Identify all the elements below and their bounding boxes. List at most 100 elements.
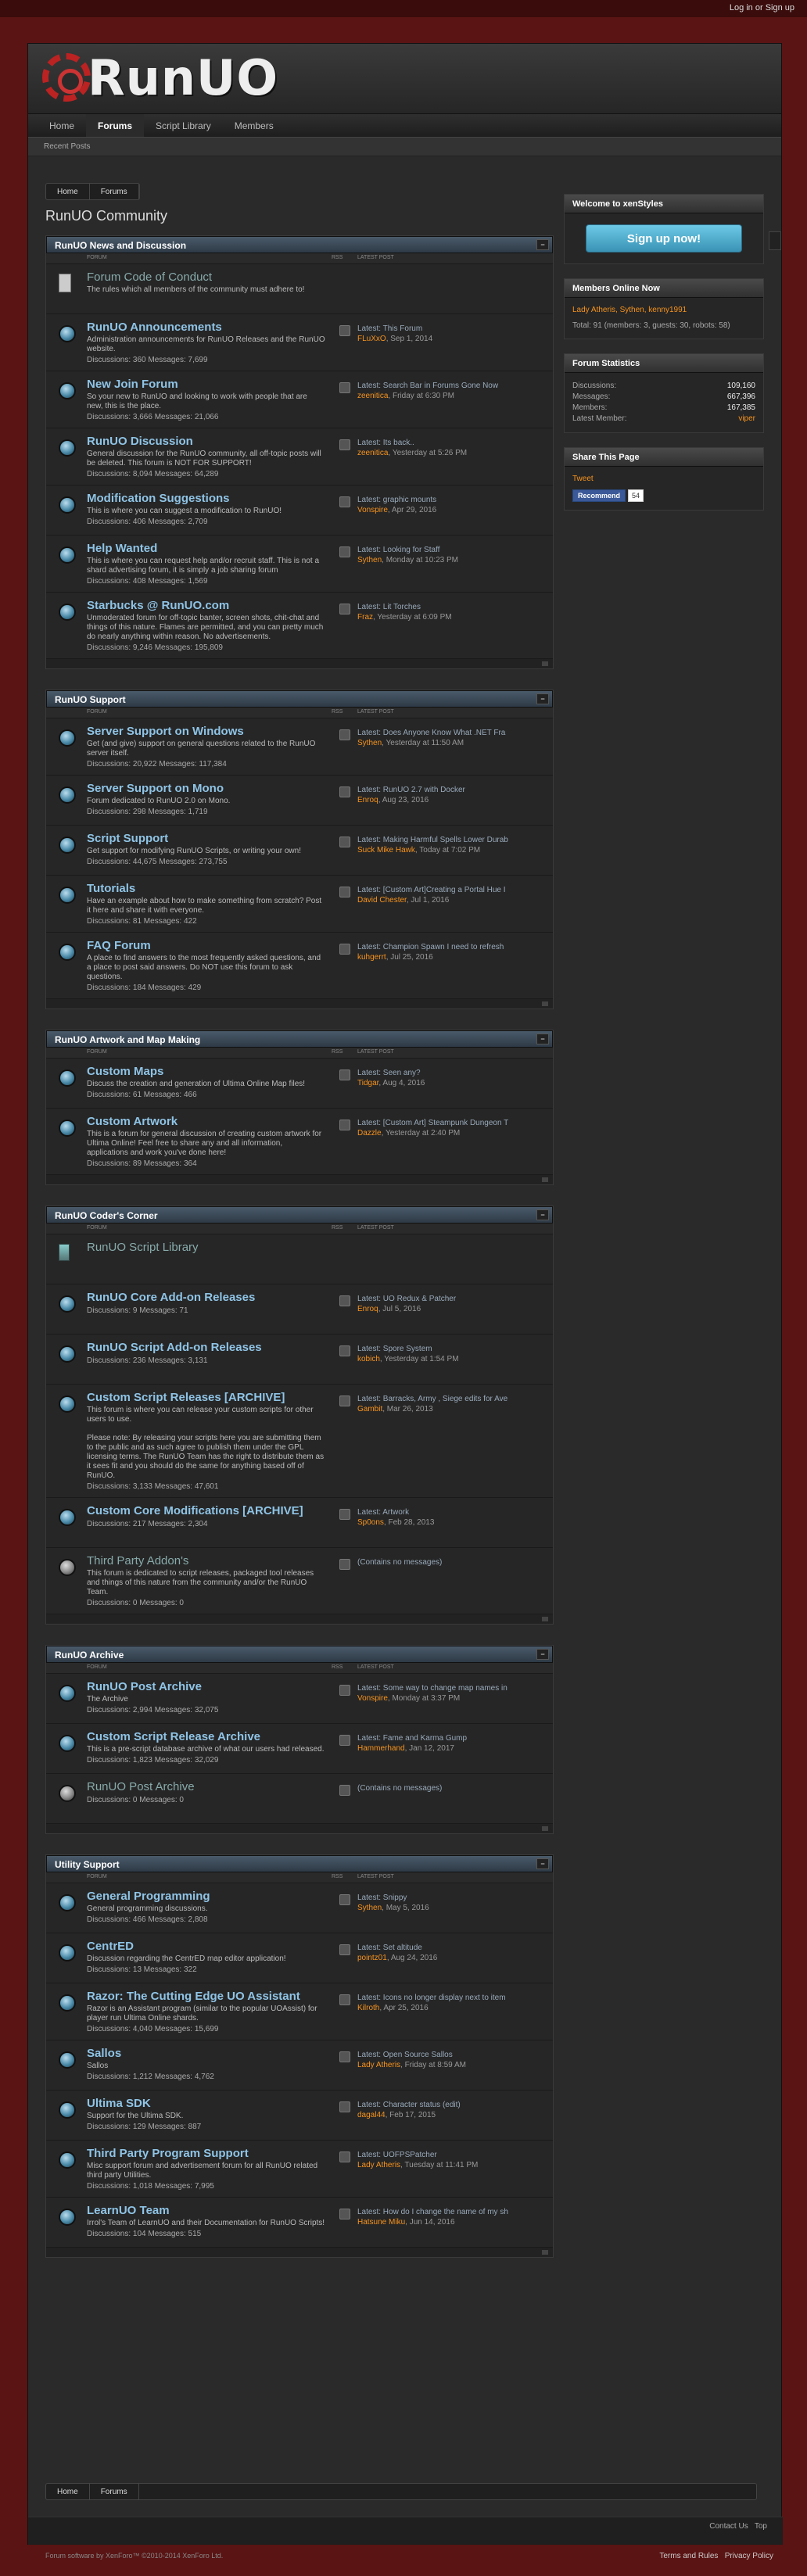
breadcrumb-home[interactable]: Home	[46, 2484, 90, 2499]
latest-thread-link[interactable]: Latest: graphic mounts	[357, 495, 549, 505]
rss-icon[interactable]	[339, 496, 350, 507]
collapse-icon[interactable]: −	[536, 239, 549, 250]
latest-user-link[interactable]: dagal44	[357, 2111, 386, 2119]
signup-button[interactable]: Sign up now!	[586, 224, 742, 253]
latest-user-link[interactable]: Tidgar	[357, 1079, 378, 1087]
collapse-icon[interactable]: −	[536, 693, 549, 704]
category-header[interactable]: RunUO Coder's Corner −	[46, 1206, 553, 1224]
category-title[interactable]: RunUO Support	[55, 694, 126, 705]
latest-user-link[interactable]: zeenitica	[357, 392, 388, 400]
collapse-icon[interactable]: −	[536, 1649, 549, 1660]
latest-thread-link[interactable]: Latest: [Custom Art] Steampunk Dungeon T	[357, 1118, 549, 1128]
facebook-recommend-button[interactable]: Recommend	[572, 489, 626, 502]
latest-user-link[interactable]: pointz01	[357, 1954, 387, 1962]
rss-icon[interactable]	[339, 786, 350, 797]
latest-thread-link[interactable]: (Contains no messages)	[357, 1557, 549, 1567]
forum-title[interactable]: RunUO Script Library	[87, 1241, 553, 1255]
terms-link[interactable]: Terms and Rules	[659, 2552, 718, 2560]
login-link[interactable]: Log in or Sign up	[730, 3, 794, 13]
latest-thread-link[interactable]: Latest: This Forum	[357, 324, 549, 334]
rss-icon[interactable]	[339, 1395, 350, 1406]
rss-icon[interactable]	[339, 1295, 350, 1306]
latest-thread-link[interactable]: (Contains no messages)	[357, 1783, 549, 1793]
rss-icon[interactable]	[339, 944, 350, 955]
top-link[interactable]: Top	[755, 2522, 767, 2531]
latest-thread-link[interactable]: Latest: Barracks, Army , Siege edits for…	[357, 1394, 549, 1404]
nav-home[interactable]: Home	[38, 114, 86, 137]
nav-forums[interactable]: Forums	[86, 114, 145, 137]
sidebar-toggle[interactable]	[769, 231, 781, 250]
latest-user-link[interactable]: Sp0ons	[357, 1518, 384, 1527]
rss-icon[interactable]	[339, 2051, 350, 2062]
latest-thread-link[interactable]: Latest: Snippy	[357, 1893, 549, 1903]
latest-thread-link[interactable]: Latest: Spore System	[357, 1344, 549, 1354]
latest-thread-link[interactable]: Latest: Lit Torches	[357, 602, 549, 612]
category-header[interactable]: RunUO News and Discussion −	[46, 236, 553, 253]
rss-icon[interactable]	[339, 546, 350, 557]
rss-icon[interactable]	[339, 1894, 350, 1905]
rss-icon[interactable]	[339, 604, 350, 614]
category-header[interactable]: RunUO Artwork and Map Making −	[46, 1030, 553, 1048]
latest-thread-link[interactable]: Latest: Does Anyone Know What .NET Fra	[357, 728, 549, 738]
rss-icon[interactable]	[339, 1735, 350, 1746]
latest-user-link[interactable]: Lady Atheris	[357, 2161, 400, 2169]
rss-icon[interactable]	[339, 1785, 350, 1796]
latest-thread-link[interactable]: Latest: Its back..	[357, 438, 549, 448]
latest-user-link[interactable]: Vonspire	[357, 506, 388, 514]
rss-icon[interactable]	[339, 2101, 350, 2112]
rss-icon[interactable]	[339, 837, 350, 847]
category-header[interactable]: Utility Support −	[46, 1855, 553, 1872]
category-header[interactable]: RunUO Archive −	[46, 1646, 553, 1663]
latest-thread-link[interactable]: Latest: Artwork	[357, 1507, 549, 1517]
latest-member-link[interactable]: viper	[738, 414, 755, 425]
latest-thread-link[interactable]: Latest: UO Redux & Patcher	[357, 1294, 549, 1304]
rss-icon[interactable]	[339, 1994, 350, 2005]
collapse-icon[interactable]: −	[536, 1034, 549, 1044]
privacy-link[interactable]: Privacy Policy	[725, 2552, 773, 2560]
latest-user-link[interactable]: Sythen	[357, 556, 382, 564]
latest-user-link[interactable]: kobich	[357, 1355, 380, 1363]
latest-user-link[interactable]: Hammerhand	[357, 1744, 405, 1753]
nav-members[interactable]: Members	[223, 114, 285, 137]
rss-icon[interactable]	[339, 729, 350, 740]
rss-icon[interactable]	[339, 2151, 350, 2162]
latest-thread-link[interactable]: Latest: Set altitude	[357, 1943, 549, 1953]
latest-user-link[interactable]: Enroq	[357, 796, 378, 804]
category-title[interactable]: RunUO Archive	[55, 1650, 124, 1661]
rss-icon[interactable]	[339, 382, 350, 393]
latest-thread-link[interactable]: Latest: Making Harmful Spells Lower Dura…	[357, 835, 549, 845]
latest-user-link[interactable]: Sythen	[357, 739, 382, 747]
rss-icon[interactable]	[339, 1345, 350, 1356]
latest-thread-link[interactable]: Latest: Open Source Sallos	[357, 2050, 549, 2060]
latest-thread-link[interactable]: Latest: [Custom Art]Creating a Portal Hu…	[357, 885, 549, 895]
site-logo[interactable]: RunUO	[42, 49, 278, 106]
online-users[interactable]: Lady Atheris, Sythen, kenny1991	[572, 306, 755, 314]
latest-user-link[interactable]: zeenitica	[357, 449, 388, 457]
latest-thread-link[interactable]: Latest: Some way to change map names in	[357, 1683, 549, 1693]
latest-thread-link[interactable]: Latest: How do I change the name of my s…	[357, 2207, 549, 2217]
latest-thread-link[interactable]: Latest: RunUO 2.7 with Docker	[357, 785, 549, 795]
latest-user-link[interactable]: Sythen	[357, 1904, 382, 1912]
rss-icon[interactable]	[339, 1069, 350, 1080]
forum-title[interactable]: Forum Code of Conduct	[87, 270, 553, 285]
nav-script-library[interactable]: Script Library	[144, 114, 223, 137]
rss-icon[interactable]	[339, 1559, 350, 1570]
latest-thread-link[interactable]: Latest: UOFPSPatcher	[357, 2150, 549, 2160]
latest-user-link[interactable]: Enroq	[357, 1305, 378, 1313]
latest-thread-link[interactable]: Latest: Champion Spawn I need to refresh	[357, 942, 549, 952]
latest-user-link[interactable]: kuhgerrt	[357, 953, 386, 962]
latest-thread-link[interactable]: Latest: Icons no longer display next to …	[357, 1993, 549, 2003]
category-header[interactable]: RunUO Support −	[46, 690, 553, 708]
category-title[interactable]: RunUO Coder's Corner	[55, 1210, 158, 1221]
latest-user-link[interactable]: Hatsune Miku	[357, 2218, 405, 2227]
latest-user-link[interactable]: Dazzle	[357, 1129, 382, 1138]
rss-icon[interactable]	[339, 1685, 350, 1696]
breadcrumb-forums[interactable]: Forums	[90, 184, 139, 199]
latest-thread-link[interactable]: Latest: Character status (edit)	[357, 2100, 549, 2110]
breadcrumb-forums[interactable]: Forums	[90, 2484, 139, 2499]
latest-user-link[interactable]: Kilroth	[357, 2004, 379, 2012]
collapse-icon[interactable]: −	[536, 1858, 549, 1869]
latest-thread-link[interactable]: Latest: Seen any?	[357, 1068, 549, 1078]
category-title[interactable]: RunUO Artwork and Map Making	[55, 1034, 200, 1045]
latest-user-link[interactable]: Lady Atheris	[357, 2061, 400, 2069]
